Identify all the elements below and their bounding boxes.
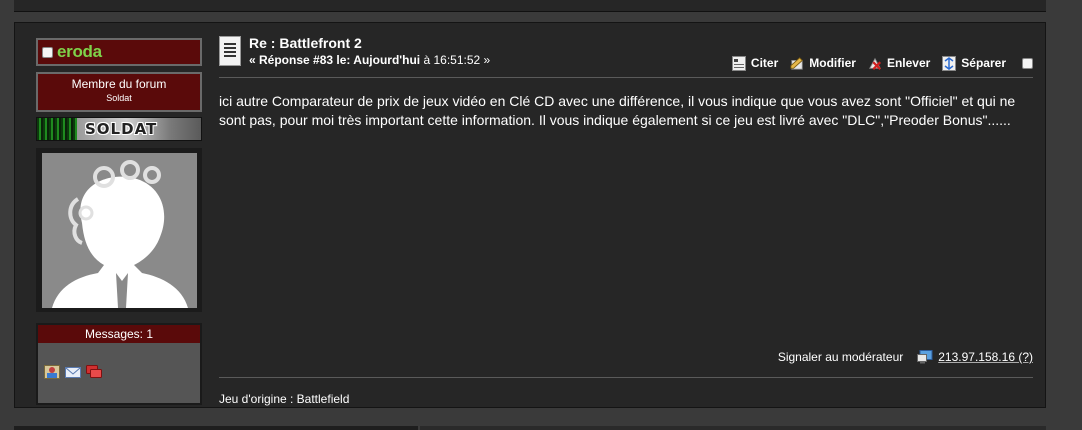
email-icon[interactable]	[65, 365, 81, 379]
quote-label: Citer	[750, 56, 779, 70]
avatar-frame	[36, 148, 202, 312]
ip-address-icon	[917, 350, 933, 364]
post-footer: Signaler au modérateur 213.97.158.16 (?)	[778, 350, 1033, 364]
poster-stats-box: Messages: 1	[36, 323, 202, 405]
quote-icon	[731, 55, 746, 71]
select-post-checkbox[interactable]	[1022, 57, 1033, 69]
post-content: Re : Battlefront 2 « Réponse #83 le: Auj…	[219, 35, 1033, 406]
rank-banner-image: SOLDAT	[36, 117, 202, 141]
split-label: Séparer	[961, 56, 1006, 70]
poster-info: eroda Membre du forum Soldat SOLDAT Mess…	[36, 38, 202, 405]
split-button[interactable]: Séparer	[942, 55, 1006, 71]
pm-icon[interactable]	[86, 365, 102, 379]
member-group-box: Membre du forum Soldat	[36, 72, 202, 112]
modify-label: Modifier	[809, 56, 856, 70]
post-body: ici autre Comparateur de prix de jeux vi…	[219, 93, 1016, 128]
online-status-checkbox	[42, 46, 53, 58]
post-titles: Re : Battlefront 2 « Réponse #83 le: Auj…	[249, 35, 726, 77]
modify-button[interactable]: Modifier	[790, 56, 856, 71]
forum-post: eroda Membre du forum Soldat SOLDAT Mess…	[14, 22, 1046, 408]
post-time: à 16:51:52 »	[420, 53, 491, 67]
post-document-icon	[219, 36, 241, 66]
rank-banner-label-box: SOLDAT	[77, 118, 201, 140]
contact-icons	[38, 365, 200, 379]
member-group-title: Membre du forum	[71, 77, 167, 91]
post-title[interactable]: Re : Battlefront 2	[249, 35, 726, 51]
username-box: eroda	[36, 38, 202, 66]
avatar	[41, 152, 197, 308]
split-icon	[942, 55, 957, 71]
rank-banner-text: SOLDAT	[85, 120, 158, 138]
remove-button[interactable]: Enlever	[868, 56, 930, 71]
reply-number: « Réponse #83 le:	[249, 53, 354, 67]
previous-post-bottom	[14, 0, 1046, 12]
post-day: Aujourd'hui	[353, 53, 421, 67]
next-post-top	[14, 426, 418, 430]
edit-pencil-icon	[790, 56, 804, 70]
rank-banner-pattern	[37, 118, 77, 140]
post-meta: « Réponse #83 le: Aujourd'hui à 16:51:52…	[249, 53, 726, 67]
delete-icon	[868, 57, 881, 70]
signature-divider	[219, 377, 1033, 378]
remove-label: Enlever	[886, 56, 931, 70]
message-count: Messages: 1	[38, 325, 200, 343]
signature: Jeu d'origine : Battlefield	[219, 392, 350, 406]
member-rank: Soldat	[106, 93, 132, 103]
header-divider	[219, 77, 1033, 78]
username-link[interactable]: eroda	[57, 42, 102, 62]
ip-address[interactable]: 213.97.158.16 (?)	[938, 350, 1033, 364]
quote-button[interactable]: Citer	[731, 55, 779, 71]
post-actions: Citer Modifier Enlever Séparer	[726, 49, 1033, 77]
profile-icon[interactable]	[44, 365, 60, 379]
report-to-moderator-link[interactable]: Signaler au modérateur	[778, 350, 903, 364]
next-post-top-right	[420, 426, 1046, 430]
post-header: Re : Battlefront 2 « Réponse #83 le: Auj…	[219, 35, 1033, 77]
